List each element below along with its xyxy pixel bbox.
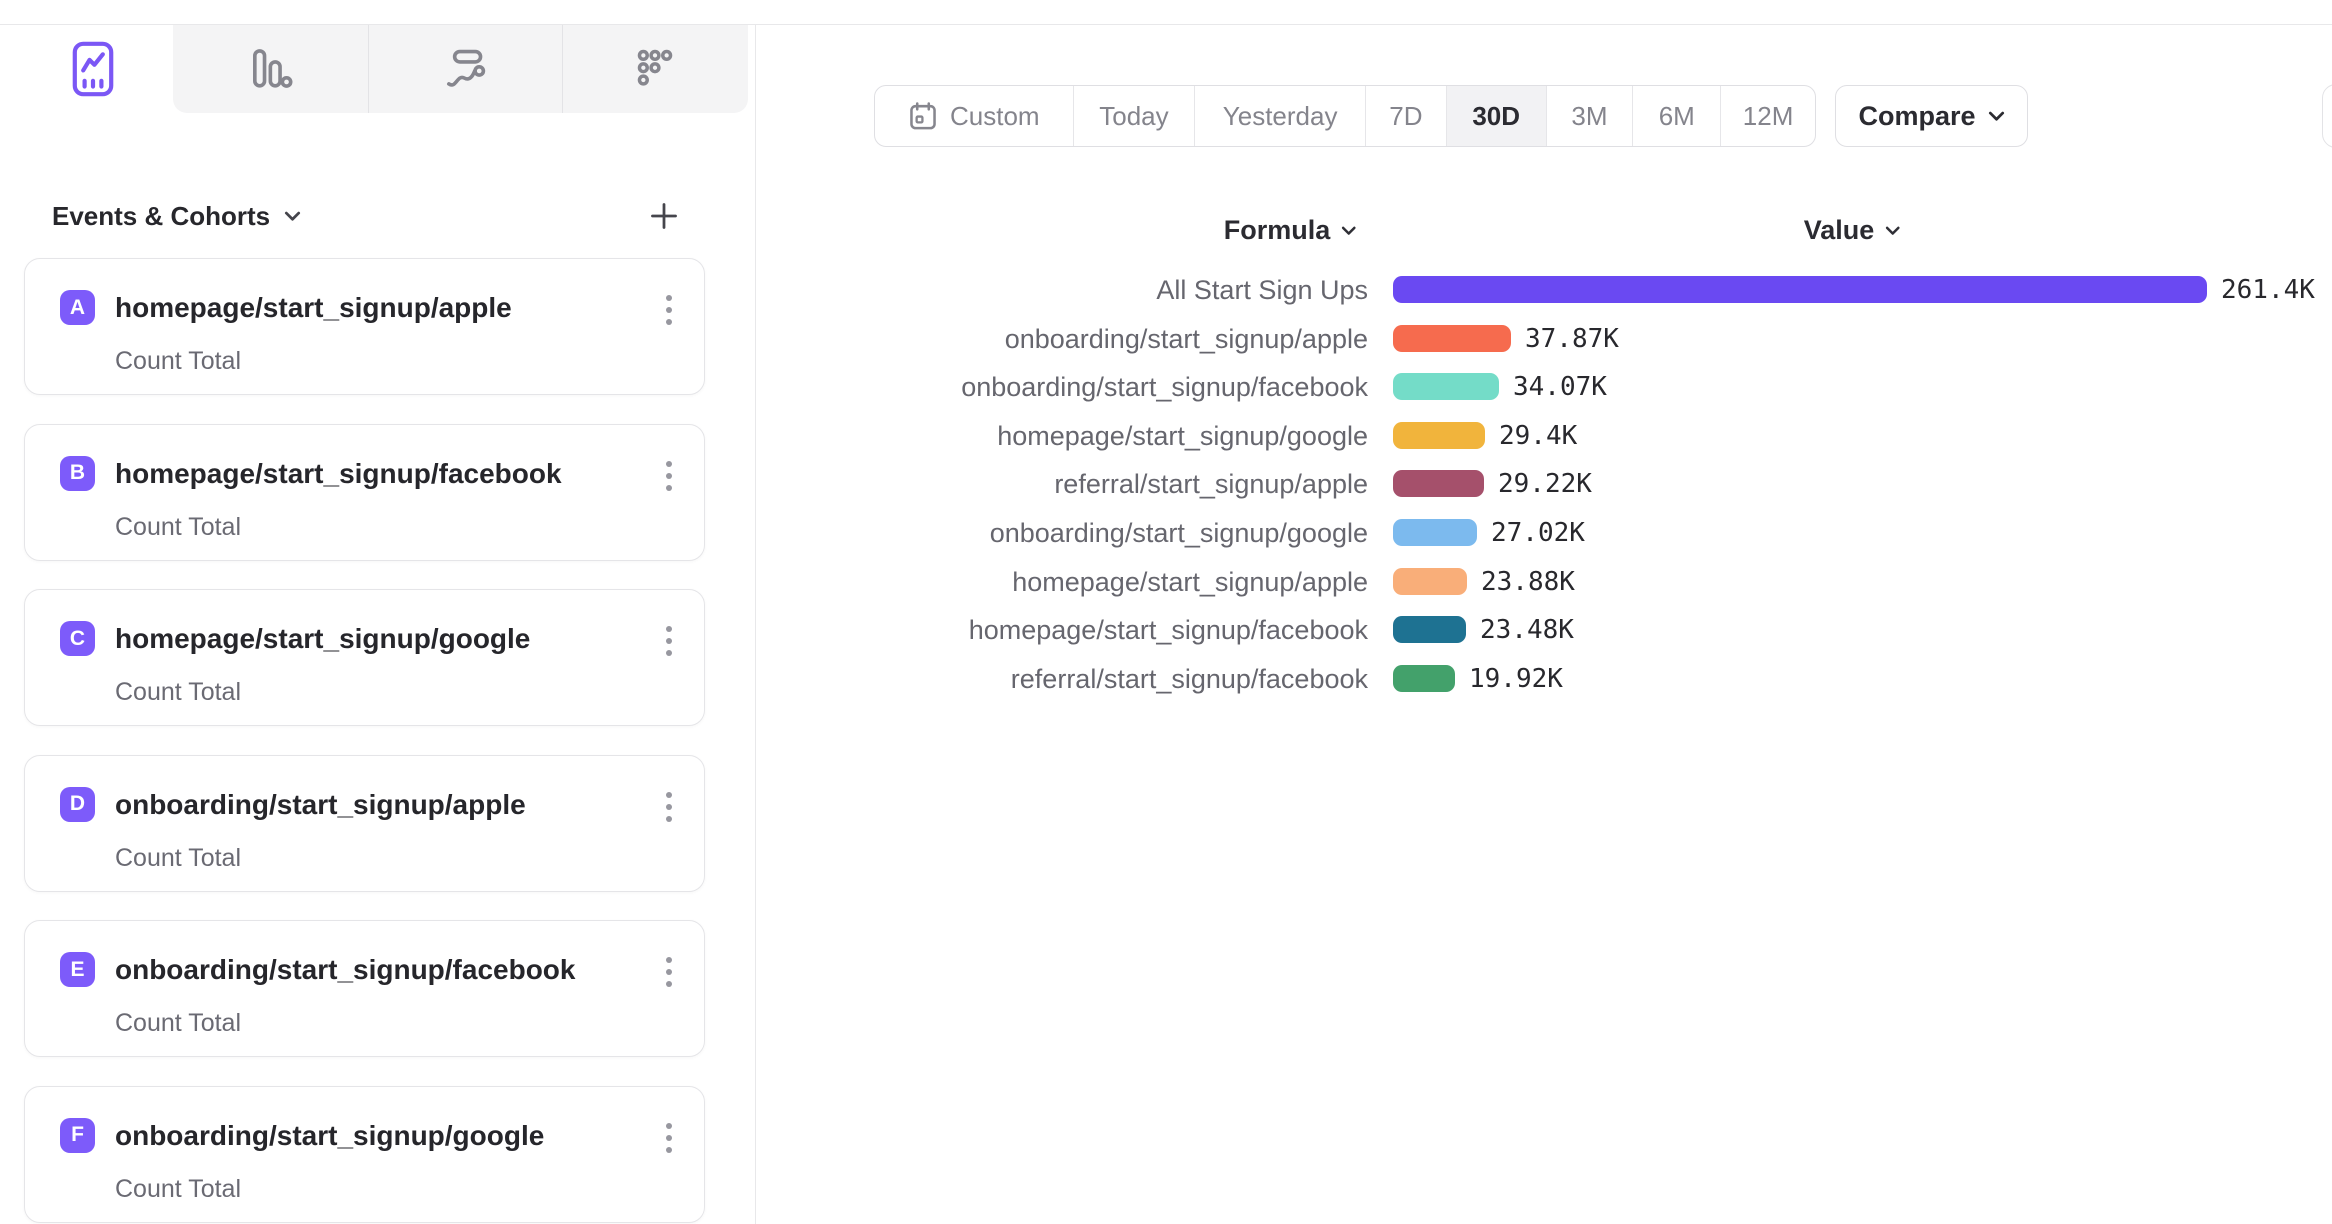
tab-insights[interactable] <box>12 25 173 113</box>
retention-dots-icon <box>633 47 677 91</box>
chart-row: onboarding/start_signup/facebook 34.07K <box>0 373 2332 401</box>
event-badge: D <box>60 787 95 822</box>
date-range-30d[interactable]: 30D <box>1446 86 1546 146</box>
bar-label: homepage/start_signup/facebook <box>700 616 1368 644</box>
plus-icon <box>649 201 679 231</box>
chevron-down-icon <box>284 211 301 222</box>
bar-label: onboarding/start_signup/google <box>700 519 1368 547</box>
bar-label: onboarding/start_signup/apple <box>700 325 1368 353</box>
event-metric[interactable]: Count Total <box>115 844 241 873</box>
bar-value: 37.87K <box>1525 325 1619 353</box>
bar-value: 29.22K <box>1498 470 1592 498</box>
event-card-f[interactable]: Fonboarding/start_signup/google Count Tot… <box>24 1086 705 1223</box>
add-event-button[interactable] <box>646 198 682 234</box>
line-chart-icon <box>72 41 114 97</box>
event-name: onboarding/start_signup/facebook <box>115 954 635 986</box>
date-range-selector: Custom Today Yesterday 7D 30D 3M 6M 12M <box>874 85 1816 147</box>
date-range-label: 3M <box>1571 101 1607 132</box>
chart-row: referral/start_signup/facebook 19.92K <box>0 665 2332 693</box>
bar[interactable] <box>1393 665 1455 692</box>
bar-label: referral/start_signup/facebook <box>700 665 1368 693</box>
bar-label: All Start Sign Ups <box>700 276 1368 304</box>
event-name: onboarding/start_signup/google <box>115 1120 635 1152</box>
bar[interactable] <box>1393 276 2207 303</box>
bar[interactable] <box>1393 470 1484 497</box>
bar[interactable] <box>1393 325 1511 352</box>
date-range-today[interactable]: Today <box>1073 86 1195 146</box>
date-range-label: 30D <box>1472 101 1520 132</box>
value-header-label: Value <box>1804 215 1875 246</box>
flow-curve-icon <box>443 47 487 91</box>
event-metric[interactable]: Count Total <box>115 1009 241 1038</box>
date-range-label: 6M <box>1659 101 1695 132</box>
chevron-down-icon <box>1340 226 1356 236</box>
event-badge: F <box>60 1118 95 1153</box>
sidebar-header: Events & Cohorts <box>52 192 682 240</box>
date-range-label: 7D <box>1389 101 1422 132</box>
tab-flows[interactable] <box>368 25 562 113</box>
bar-label: homepage/start_signup/apple <box>700 568 1368 596</box>
bar-label: referral/start_signup/apple <box>700 470 1368 498</box>
tab-funnels[interactable] <box>173 25 368 113</box>
bar-value: 27.02K <box>1491 519 1585 547</box>
bar-label: homepage/start_signup/google <box>700 422 1368 450</box>
event-name: onboarding/start_signup/apple <box>115 789 635 821</box>
chevron-down-icon <box>1988 111 2005 122</box>
chart-row: onboarding/start_signup/google 27.02K <box>0 519 2332 547</box>
bar-label: onboarding/start_signup/facebook <box>700 373 1368 401</box>
formula-header[interactable]: Formula <box>1224 215 1357 246</box>
bar-value: 23.48K <box>1480 616 1574 644</box>
chevron-down-icon <box>1884 226 1900 236</box>
bar-value: 29.4K <box>1499 422 1577 450</box>
bar[interactable] <box>1393 616 1466 643</box>
date-range-label: Today <box>1099 101 1168 132</box>
insights-report-page: Events & Cohorts Ahomepage/start_signup/… <box>0 0 2332 1224</box>
event-card-e[interactable]: Eonboarding/start_signup/facebook Count T… <box>24 920 705 1057</box>
bar-value: 261.4K <box>2221 276 2315 304</box>
date-range-12m[interactable]: 12M <box>1720 86 1815 146</box>
bar[interactable] <box>1393 519 1477 546</box>
chart-row: All Start Sign Ups 261.4K <box>0 276 2332 304</box>
date-range-label: Custom <box>950 101 1040 132</box>
kebab-menu-icon[interactable] <box>664 957 674 987</box>
event-metric[interactable]: Count Total <box>115 1175 241 1204</box>
date-range-label: Yesterday <box>1223 101 1338 132</box>
sidebar-title: Events & Cohorts <box>52 201 270 232</box>
formula-header-label: Formula <box>1224 215 1331 246</box>
date-range-3m[interactable]: 3M <box>1546 86 1633 146</box>
compare-button[interactable]: Compare <box>1835 85 2028 147</box>
bar-value: 34.07K <box>1513 373 1607 401</box>
compare-label: Compare <box>1858 101 1975 132</box>
value-header[interactable]: Value <box>1804 215 1901 246</box>
kebab-menu-icon[interactable] <box>664 792 674 822</box>
tab-retention[interactable] <box>562 25 748 113</box>
bar[interactable] <box>1393 422 1485 449</box>
clipped-edge-button[interactable] <box>2322 84 2332 148</box>
bar[interactable] <box>1393 568 1467 595</box>
chart-row: onboarding/start_signup/apple 37.87K <box>0 325 2332 353</box>
bar-value: 19.92K <box>1469 665 1563 693</box>
kebab-menu-icon[interactable] <box>664 1123 674 1153</box>
calendar-icon <box>908 101 938 131</box>
event-card-d[interactable]: Donboarding/start_signup/apple Count Tota… <box>24 755 705 892</box>
date-range-7d[interactable]: 7D <box>1365 86 1446 146</box>
date-range-yesterday[interactable]: Yesterday <box>1194 86 1365 146</box>
date-range-custom[interactable]: Custom <box>875 86 1073 146</box>
chart-row: homepage/start_signup/facebook 23.48K <box>0 616 2332 644</box>
date-range-6m[interactable]: 6M <box>1632 86 1720 146</box>
chart-row: homepage/start_signup/google 29.4K <box>0 422 2332 450</box>
chart-row: homepage/start_signup/apple 23.88K <box>0 568 2332 596</box>
bar-chart-icon <box>249 47 293 91</box>
bar[interactable] <box>1393 373 1499 400</box>
event-badge: E <box>60 952 95 987</box>
chart-row: referral/start_signup/apple 29.22K <box>0 470 2332 498</box>
events-cohorts-dropdown[interactable]: Events & Cohorts <box>52 201 301 232</box>
bar-value: 23.88K <box>1481 568 1575 596</box>
event-card-c[interactable]: Chomepage/start_signup/googleCount Total <box>24 589 705 726</box>
date-range-label: 12M <box>1743 101 1794 132</box>
